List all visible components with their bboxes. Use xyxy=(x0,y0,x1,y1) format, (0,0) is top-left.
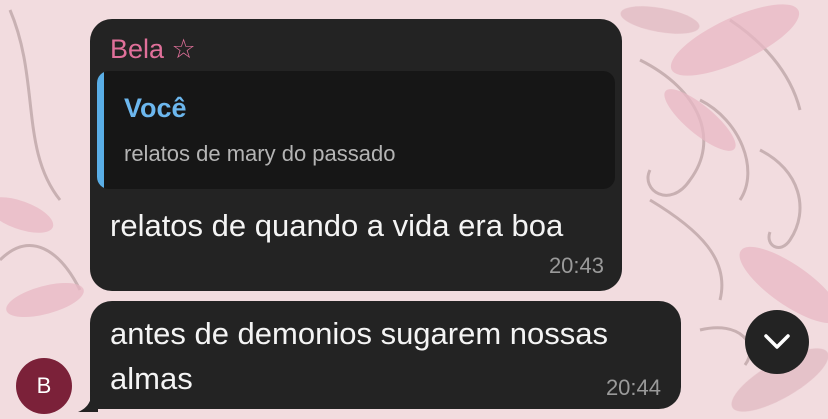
sender-name[interactable]: Bela ☆ xyxy=(110,34,196,65)
avatar[interactable]: B xyxy=(16,358,72,414)
scroll-to-bottom-button[interactable] xyxy=(745,310,809,374)
reply-snippet: relatos de mary do passado xyxy=(124,141,396,166)
incoming-message-bubble[interactable]: Bela ☆ Você relatos de mary do passado r… xyxy=(90,19,622,291)
message-timestamp: 20:44 xyxy=(605,375,661,400)
reply-author: Você xyxy=(124,93,187,123)
reply-quote[interactable]: Você relatos de mary do passado xyxy=(97,71,615,189)
chevron-down-icon xyxy=(764,334,790,349)
message-text: relatos de quando a vida era boa xyxy=(110,208,564,243)
incoming-message-bubble[interactable]: antes de demonios sugarem nossas almas 2… xyxy=(90,301,681,409)
bubble-tail xyxy=(78,390,98,412)
message-timestamp: 20:43 xyxy=(548,253,604,278)
reply-accent-bar xyxy=(97,71,104,189)
message-text: antes de demonios sugarem nossas almas xyxy=(110,316,609,396)
